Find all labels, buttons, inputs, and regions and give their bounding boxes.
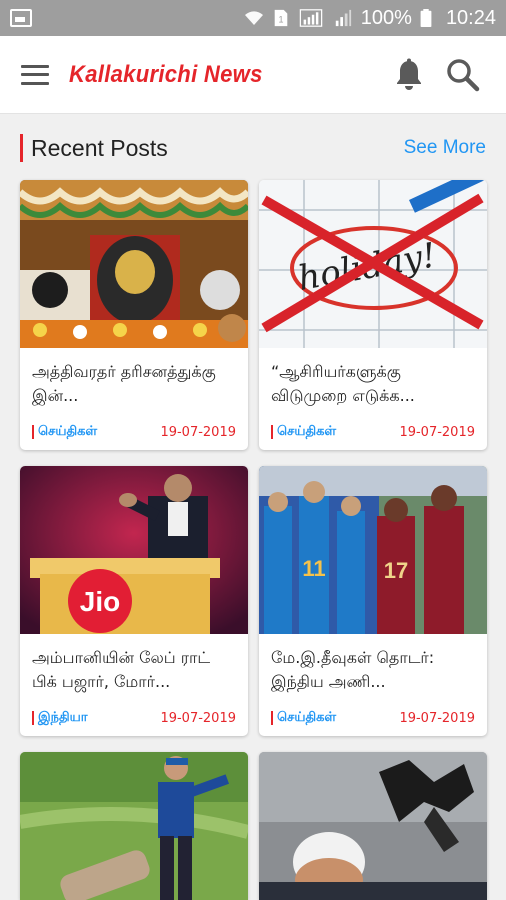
post-meta: செய்திகள் 19-07-2019	[259, 700, 487, 736]
post-date: 19-07-2019	[399, 424, 475, 440]
post-meta: இந்தியா 19-07-2019	[20, 700, 248, 736]
svg-text:1: 1	[278, 15, 283, 25]
post-card[interactable]	[259, 752, 487, 900]
post-card[interactable]: அத்திவரதர் தரிசனத்துக்கு இன்... செய்திகள…	[20, 180, 248, 450]
post-date: 19-07-2019	[160, 710, 236, 726]
post-date: 19-07-2019	[160, 424, 236, 440]
post-date: 19-07-2019	[399, 710, 475, 726]
app-title: Kallakurichi News	[69, 60, 263, 88]
category-accent	[271, 711, 273, 725]
image-icon	[10, 9, 32, 27]
clock: 10:24	[445, 6, 496, 29]
section-header: Recent Posts See More	[20, 128, 486, 168]
post-category[interactable]: இந்தியா	[38, 710, 88, 726]
post-title[interactable]: அம்பானியின் லேப் ராட் பிக் பஜார், மோர்..…	[20, 634, 248, 700]
battery-icon	[420, 9, 432, 27]
post-thumbnail[interactable]	[259, 752, 487, 900]
post-card[interactable]: Jio அம்பானியின் லேப் ராட் பிக் பஜார், மோ…	[20, 466, 248, 736]
signal-icon	[299, 9, 323, 27]
post-thumbnail[interactable]	[20, 180, 248, 348]
post-title[interactable]: “ஆசிரியர்களுக்கு விடுமுறை எடுக்க...	[259, 348, 487, 414]
category-accent	[32, 711, 34, 725]
bell-icon[interactable]	[393, 58, 425, 92]
post-category[interactable]: செய்திகள்	[277, 710, 336, 726]
post-card[interactable]: holiday! “ஆசிரியர்களுக்கு விடுமுறை எடுக்…	[259, 180, 487, 450]
post-card[interactable]: 11 17 மே.இ.தீவுகள் தொடர்: இந்திய அணி... …	[259, 466, 487, 736]
menu-icon[interactable]	[21, 64, 49, 85]
post-thumbnail[interactable]	[20, 752, 248, 900]
app-bar: Kallakurichi News	[0, 36, 506, 114]
post-category[interactable]: செய்திகள்	[277, 424, 336, 440]
section-accent-bar	[20, 134, 23, 162]
post-card[interactable]	[20, 752, 248, 900]
category-accent	[271, 425, 273, 439]
svg-text:Jio: Jio	[80, 586, 120, 617]
svg-text:17: 17	[384, 558, 408, 583]
svg-text:11: 11	[302, 556, 325, 581]
section-title: Recent Posts	[31, 134, 168, 161]
signal-icon-2	[335, 9, 351, 27]
search-icon[interactable]	[446, 58, 480, 92]
battery-percent: 100%	[360, 6, 412, 29]
post-thumbnail[interactable]: Jio	[20, 466, 248, 634]
post-thumbnail[interactable]: 11 17	[259, 466, 487, 634]
category-accent	[32, 425, 34, 439]
post-meta: செய்திகள் 19-07-2019	[259, 414, 487, 450]
post-title[interactable]: அத்திவரதர் தரிசனத்துக்கு இன்...	[20, 348, 248, 414]
wifi-icon	[244, 11, 263, 25]
see-more-link[interactable]: See More	[404, 137, 486, 159]
status-bar: 1 100% 10:24	[0, 0, 506, 36]
sim1-icon: 1	[274, 9, 288, 27]
post-title[interactable]: மே.இ.தீவுகள் தொடர்: இந்திய அணி...	[259, 634, 487, 700]
post-thumbnail[interactable]: holiday!	[259, 180, 487, 348]
post-category[interactable]: செய்திகள்	[38, 424, 97, 440]
post-meta: செய்திகள் 19-07-2019	[20, 414, 248, 450]
